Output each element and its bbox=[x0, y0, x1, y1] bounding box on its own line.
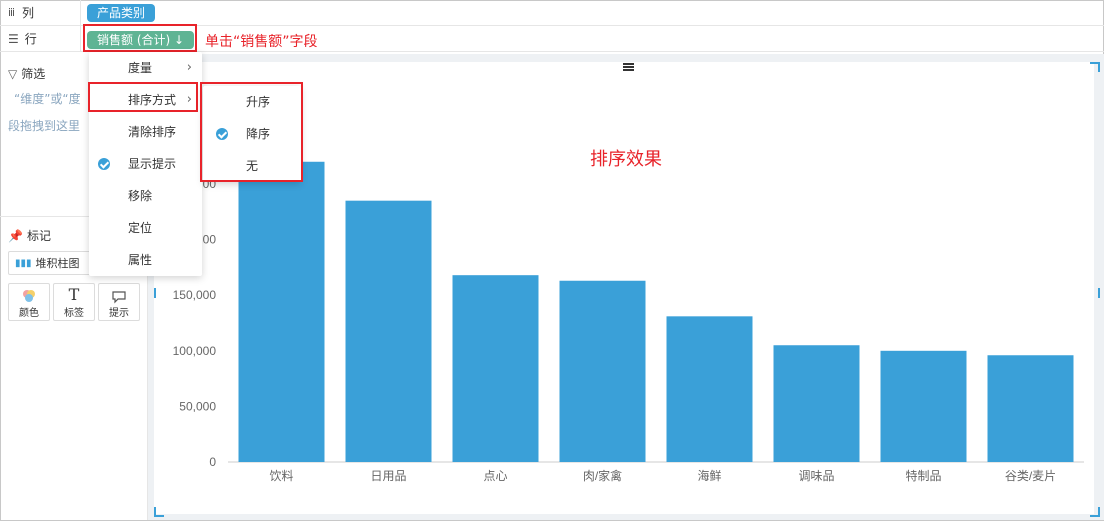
menu-item-label: 显示提示 bbox=[128, 157, 177, 171]
drag-handle-icon[interactable] bbox=[623, 63, 634, 65]
bar[interactable] bbox=[987, 355, 1074, 462]
marks-section-title: 📌 标记 bbox=[8, 227, 51, 244]
menu-item-locate[interactable]: 定位 bbox=[89, 212, 202, 244]
x-tick-label: 谷类/麦片 bbox=[1005, 469, 1056, 483]
speech-bubble-icon bbox=[99, 284, 139, 304]
columns-icon: ⅲ bbox=[8, 6, 17, 19]
filter-title-text: 筛选 bbox=[21, 67, 46, 81]
filter-icon: ▽ bbox=[8, 66, 18, 81]
rows-shelf-label: ☰ 行 bbox=[8, 30, 37, 47]
mark-type-label: 堆积柱图 bbox=[35, 257, 80, 270]
x-tick-label: 调味品 bbox=[798, 469, 834, 483]
menu-item-label: 移除 bbox=[128, 189, 153, 203]
x-tick-label: 海鲜 bbox=[697, 468, 721, 483]
filter-hint-line2: 段拖拽到这里 bbox=[8, 119, 81, 133]
rows-label-text: 行 bbox=[24, 32, 37, 46]
columns-label-text: 列 bbox=[22, 6, 35, 20]
highlight-sort-submenu bbox=[200, 82, 303, 182]
bar[interactable] bbox=[666, 316, 753, 462]
menu-item-label: 定位 bbox=[128, 221, 153, 235]
y-tick-label: 150,000 bbox=[173, 288, 217, 302]
check-icon bbox=[98, 158, 110, 170]
tooltip-button[interactable]: 提示 bbox=[98, 283, 140, 321]
tooltip-button-label: 提示 bbox=[109, 308, 129, 319]
x-tick-label: 特制品 bbox=[905, 468, 941, 483]
menu-item-properties[interactable]: 属性 bbox=[89, 244, 202, 276]
columns-shelf-label: ⅲ 列 bbox=[8, 4, 34, 21]
highlight-sales-pill bbox=[83, 24, 197, 52]
x-tick-label: 点心 bbox=[483, 469, 507, 483]
x-tick-label: 肉/家禽 bbox=[583, 468, 622, 483]
menu-item-show-tooltip[interactable]: 显示提示 bbox=[89, 148, 202, 180]
text-icon: T bbox=[68, 285, 80, 304]
menu-item-remove[interactable]: 移除 bbox=[89, 180, 202, 212]
menu-item-label: 属性 bbox=[128, 253, 153, 267]
filter-hint-line1: “维度”或“度 bbox=[14, 92, 81, 106]
rows-icon: ☰ bbox=[8, 31, 19, 46]
selection-corner bbox=[1090, 62, 1100, 72]
bar[interactable] bbox=[559, 280, 646, 462]
y-tick-label: 0 bbox=[209, 455, 216, 469]
annotation-click-sales: 单击“销售额”字段 bbox=[205, 34, 318, 50]
bar-chart-icon: ▮▮▮ bbox=[15, 257, 32, 269]
bar[interactable] bbox=[452, 275, 539, 462]
columns-pill-product-category[interactable]: 产品类别 bbox=[87, 4, 156, 22]
selection-corner bbox=[1090, 507, 1100, 517]
menu-item-measure[interactable]: 度量 › bbox=[89, 52, 202, 84]
resize-handle-left[interactable] bbox=[154, 288, 156, 298]
color-button[interactable]: 颜色 bbox=[8, 283, 50, 321]
y-tick-label: 100,000 bbox=[173, 344, 217, 358]
label-button-label: 标签 bbox=[64, 308, 84, 319]
bar[interactable] bbox=[880, 350, 967, 462]
color-button-label: 颜色 bbox=[19, 308, 39, 319]
annotation-sort-effect: 排序效果 bbox=[590, 149, 662, 170]
selection-corner bbox=[154, 507, 164, 517]
bar[interactable] bbox=[773, 345, 860, 462]
x-tick-label: 饮料 bbox=[269, 469, 293, 483]
color-icon bbox=[9, 284, 49, 304]
marks-title-text: 标记 bbox=[26, 229, 51, 243]
filter-section-title: ▽ 筛选 bbox=[8, 65, 45, 82]
highlight-sort-item bbox=[88, 82, 198, 112]
columns-shelf: ⅲ 列 产品类别 bbox=[0, 0, 1104, 26]
menu-item-label: 清除排序 bbox=[128, 125, 177, 139]
resize-handle-right[interactable] bbox=[1098, 288, 1100, 298]
pin-icon: 📌 bbox=[8, 228, 23, 243]
shelf-divider bbox=[80, 0, 81, 26]
shelf-divider bbox=[80, 26, 81, 52]
menu-item-clear-sort[interactable]: 清除排序 bbox=[89, 116, 202, 148]
y-tick-label: 50,000 bbox=[179, 399, 216, 413]
bar[interactable] bbox=[345, 200, 432, 462]
y-tick-label: 00 bbox=[203, 233, 217, 247]
menu-item-label: 度量 bbox=[128, 61, 153, 75]
x-tick-label: 日用品 bbox=[370, 469, 406, 483]
label-button[interactable]: T 标签 bbox=[53, 283, 95, 321]
bar[interactable] bbox=[238, 161, 325, 462]
chevron-right-icon: › bbox=[186, 60, 192, 75]
